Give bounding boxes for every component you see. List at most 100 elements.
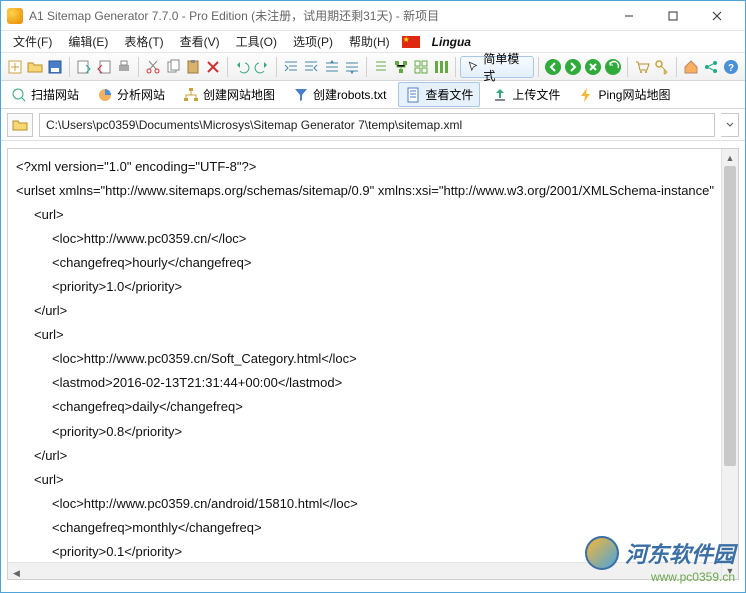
tab-label: 创建robots.txt: [313, 86, 386, 103]
open-button[interactable]: [25, 56, 45, 78]
xml-line: <url>: [16, 203, 730, 227]
svg-text:?: ?: [728, 63, 734, 74]
cut-button[interactable]: [143, 56, 163, 78]
chevron-down-icon: [726, 121, 734, 129]
tab-upload-file[interactable]: 上传文件: [486, 83, 566, 106]
scroll-up-arrow[interactable]: ▲: [722, 149, 738, 166]
print-button[interactable]: [114, 56, 134, 78]
tab-label: 查看文件: [425, 86, 473, 103]
tab-label: 分析网站: [117, 86, 165, 103]
nav-stop-button[interactable]: [583, 56, 603, 78]
menu-tools[interactable]: 工具(O): [228, 31, 285, 52]
xml-line: <url>: [16, 468, 730, 492]
grid-view-button[interactable]: [411, 56, 431, 78]
menu-help[interactable]: 帮助(H): [341, 31, 398, 52]
tab-scan-website[interactable]: 扫描网站: [5, 83, 85, 106]
xml-line: <changefreq>hourly</changefreq>: [16, 251, 730, 275]
home-button[interactable]: [681, 56, 701, 78]
redo-button[interactable]: [252, 56, 272, 78]
tab-create-robots[interactable]: 创建robots.txt: [287, 83, 392, 106]
scroll-thumb[interactable]: [724, 166, 736, 466]
import-button[interactable]: [74, 56, 94, 78]
xml-line: <url>: [16, 323, 730, 347]
tab-label: 创建网站地图: [203, 86, 275, 103]
xml-line: <changefreq>daily</changefreq>: [16, 395, 730, 419]
undo-button[interactable]: [232, 56, 252, 78]
tab-create-sitemap[interactable]: 创建网站地图: [177, 83, 281, 106]
path-browse-button[interactable]: [7, 113, 33, 137]
document-lines-icon: [405, 87, 421, 103]
xml-line: <priority>0.8</priority>: [16, 420, 730, 444]
xml-line: <urlset xmlns="http://www.sitemaps.org/s…: [16, 179, 730, 203]
xml-content[interactable]: <?xml version="1.0" encoding="UTF-8"?><u…: [8, 149, 738, 580]
tab-analyze-website[interactable]: 分析网站: [91, 83, 171, 106]
menu-edit[interactable]: 编辑(E): [60, 31, 116, 52]
cart-button[interactable]: [632, 56, 652, 78]
vertical-scrollbar[interactable]: ▲ ▼: [721, 149, 738, 579]
xml-line: <changefreq>monthly</changefreq>: [16, 516, 730, 540]
lightning-icon: [578, 87, 594, 103]
move-down-button[interactable]: [342, 56, 362, 78]
new-project-button[interactable]: [5, 56, 25, 78]
path-dropdown-button[interactable]: [721, 113, 739, 137]
move-up-button[interactable]: [322, 56, 342, 78]
scroll-down-arrow[interactable]: ▼: [722, 562, 738, 579]
menu-table[interactable]: 表格(T): [116, 31, 171, 52]
simple-mode-label: 简单模式: [483, 50, 527, 84]
folder-gear-icon: [12, 117, 28, 133]
save-button[interactable]: [45, 56, 65, 78]
scroll-left-arrow[interactable]: ◀: [8, 565, 25, 580]
copy-button[interactable]: [163, 56, 183, 78]
window-controls: [607, 2, 739, 30]
maximize-button[interactable]: [651, 2, 695, 30]
indent-right-button[interactable]: [301, 56, 321, 78]
menu-view[interactable]: 查看(V): [172, 31, 228, 52]
menu-lingua[interactable]: Lingua: [424, 33, 479, 51]
share-button[interactable]: [701, 56, 721, 78]
help-button[interactable]: ?: [721, 56, 741, 78]
xml-line: <loc>http://www.pc0359.cn/android/15810.…: [16, 492, 730, 516]
export-button[interactable]: [94, 56, 114, 78]
simple-mode-button[interactable]: 简单模式: [460, 56, 534, 78]
globe-search-icon: [11, 87, 27, 103]
pie-chart-icon: [97, 87, 113, 103]
file-viewer: <?xml version="1.0" encoding="UTF-8"?><u…: [7, 148, 739, 580]
delete-button[interactable]: [203, 56, 223, 78]
horizontal-scrollbar[interactable]: ◀: [8, 562, 721, 579]
tree-view-button[interactable]: [391, 56, 411, 78]
tab-label: 上传文件: [512, 86, 560, 103]
flag-china-icon: [402, 36, 420, 48]
xml-line: <?xml version="1.0" encoding="UTF-8"?>: [16, 155, 730, 179]
path-input[interactable]: [39, 113, 715, 137]
tab-label: Ping网站地图: [598, 86, 670, 103]
xml-line: <lastmod>2016-02-13T21:31:44+00:00</last…: [16, 371, 730, 395]
close-button[interactable]: [695, 2, 739, 30]
xml-line: </url>: [16, 299, 730, 323]
window-title: A1 Sitemap Generator 7.7.0 - Pro Edition…: [29, 7, 607, 24]
xml-line: <priority>1.0</priority>: [16, 275, 730, 299]
paste-button[interactable]: [183, 56, 203, 78]
xml-line: <priority>0.1</priority>: [16, 540, 730, 564]
funnel-icon: [293, 87, 309, 103]
menu-file[interactable]: 文件(F): [5, 31, 60, 52]
xml-line: </url>: [16, 444, 730, 468]
nav-forward-button[interactable]: [563, 56, 583, 78]
nav-back-button[interactable]: [543, 56, 563, 78]
list-view-button[interactable]: [371, 56, 391, 78]
tabbar: 扫描网站 分析网站 创建网站地图 创建robots.txt 查看文件 上传文件 …: [1, 81, 745, 109]
menu-options[interactable]: 选项(P): [285, 31, 341, 52]
minimize-button[interactable]: [607, 2, 651, 30]
key-button[interactable]: [652, 56, 672, 78]
pathbar: [1, 109, 745, 141]
titlebar: A1 Sitemap Generator 7.7.0 - Pro Edition…: [1, 1, 745, 31]
sitemap-icon: [183, 87, 199, 103]
indent-left-button[interactable]: [281, 56, 301, 78]
tab-view-file[interactable]: 查看文件: [398, 82, 480, 107]
menubar: 文件(F) 编辑(E) 表格(T) 查看(V) 工具(O) 选项(P) 帮助(H…: [1, 31, 745, 53]
app-icon: [7, 8, 23, 24]
columns-button[interactable]: [431, 56, 451, 78]
upload-icon: [492, 87, 508, 103]
cursor-icon: [467, 60, 480, 74]
tab-ping-sitemap[interactable]: Ping网站地图: [572, 83, 676, 106]
nav-refresh-button[interactable]: [603, 56, 623, 78]
